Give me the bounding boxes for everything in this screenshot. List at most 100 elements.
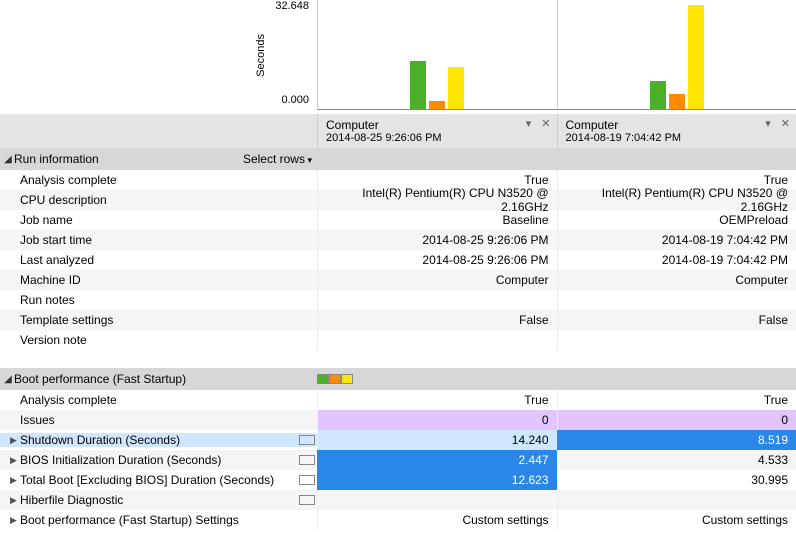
collapse-icon[interactable]: ◢ [2, 154, 14, 165]
table-row: CPU descriptionIntel(R) Pentium(R) CPU N… [0, 190, 796, 210]
table-row: Last analyzed2014-08-25 9:26:06 PM2014-0… [0, 250, 796, 270]
table-row: ▶BIOS Initialization Duration (Seconds)2… [0, 450, 796, 470]
expand-icon[interactable]: ▶ [10, 495, 20, 506]
bar-boot-1 [688, 5, 704, 109]
y-axis-ticks: 32.648 0.000 [275, 0, 311, 110]
column-timestamp-1: 2014-08-19 7:04:42 PM [566, 132, 789, 144]
color-chip [299, 435, 315, 445]
table-row: Run notes [0, 290, 796, 310]
row-label: Template settings [0, 313, 317, 327]
row-label: ▶BIOS Initialization Duration (Seconds) [0, 453, 317, 467]
boot-perf-rows: Analysis completeTrueTrueIssues00▶Shutdo… [0, 390, 796, 530]
chart-plot [317, 0, 796, 110]
row-value-1: Intel(R) Pentium(R) CPU N3520 @ 2.16GHz [557, 190, 796, 210]
row-label: Run notes [0, 293, 317, 307]
select-rows-button[interactable]: Select rows [243, 152, 312, 166]
row-value-1: 30.995 [557, 470, 796, 490]
close-icon[interactable]: ✕ [781, 117, 790, 130]
chart-column-0 [317, 0, 557, 110]
row-value-1: 8.519 [557, 430, 796, 450]
row-value-0: 12.623 [317, 470, 557, 490]
row-value-1: 4.533 [557, 450, 796, 470]
row-value-0: 2.447 [317, 450, 557, 470]
row-value-0: Intel(R) Pentium(R) CPU N3520 @ 2.16GHz [317, 190, 557, 210]
row-label: Version note [0, 333, 317, 347]
legend-chip-yellow [341, 374, 353, 384]
expand-icon[interactable]: ▶ [10, 475, 20, 486]
section-title: Run information [14, 152, 99, 166]
bar-boot-0 [448, 67, 464, 110]
row-value-0: Computer [317, 270, 557, 290]
table-row: ▶Hiberfile Diagnostic [0, 490, 796, 510]
row-value-1: OEMPreload [557, 210, 796, 230]
tick-max: 32.648 [275, 0, 309, 12]
row-value-1: 2014-08-19 7:04:42 PM [557, 230, 796, 250]
color-chip [299, 495, 315, 505]
chart-y-axis: Seconds 32.648 0.000 [0, 0, 317, 110]
row-value-0: Baseline [317, 210, 557, 230]
row-value-0: False [317, 310, 557, 330]
table-row: Issues00 [0, 410, 796, 430]
row-value-1 [557, 290, 796, 310]
column-timestamp-0: 2014-08-25 9:26:06 PM [326, 132, 549, 144]
chart-area: Seconds 32.648 0.000 [0, 0, 796, 110]
row-value-0: 2014-08-25 9:26:06 PM [317, 230, 557, 250]
chart-column-1 [557, 0, 796, 110]
row-value-1 [557, 330, 796, 350]
close-icon[interactable]: ✕ [541, 117, 550, 130]
expand-icon[interactable]: ▶ [10, 435, 20, 446]
row-value-0: Custom settings [317, 510, 557, 530]
row-value-0: 0 [317, 410, 557, 430]
row-label: ▶Boot performance (Fast Startup) Setting… [0, 513, 317, 527]
run-info-rows: Analysis completeTrueTrueCPU description… [0, 170, 796, 350]
color-chip [299, 475, 315, 485]
bar-shutdown-0 [410, 61, 426, 109]
row-value-0 [317, 290, 557, 310]
collapse-icon[interactable]: ◢ [2, 374, 14, 385]
row-value-1: Custom settings [557, 510, 796, 530]
row-value-0: 2014-08-25 9:26:06 PM [317, 250, 557, 270]
row-label: Last analyzed [0, 253, 317, 267]
row-value-0: True [317, 390, 557, 410]
section-header-boot-performance[interactable]: ◢ Boot performance (Fast Startup) [0, 368, 796, 390]
section-header-run-information[interactable]: ◢ Run information Select rows [0, 148, 796, 170]
bar-bios-0 [429, 101, 445, 109]
row-label: ▶Shutdown Duration (Seconds) [0, 433, 317, 447]
row-value-0 [317, 490, 557, 510]
column-computer-1: Computer [566, 118, 789, 132]
row-value-1: 2014-08-19 7:04:42 PM [557, 250, 796, 270]
legend-chip-green [317, 374, 329, 384]
column-header-1[interactable]: Computer 2014-08-19 7:04:42 PM ▾ ✕ [557, 114, 796, 148]
expand-icon[interactable]: ▶ [10, 455, 20, 466]
row-label: ▶Total Boot [Excluding BIOS] Duration (S… [0, 473, 317, 487]
expand-icon[interactable]: ▶ [10, 515, 20, 526]
dropdown-icon[interactable]: ▾ [526, 117, 532, 130]
row-value-0: 14.240 [317, 430, 557, 450]
row-label: Job start time [0, 233, 317, 247]
column-spacer [0, 114, 317, 148]
row-label: Job name [0, 213, 317, 227]
section-title: Boot performance (Fast Startup) [14, 372, 186, 386]
row-label: ▶Hiberfile Diagnostic [0, 493, 317, 507]
section-gap [0, 350, 796, 368]
table-row: Machine IDComputerComputer [0, 270, 796, 290]
row-label: Issues [0, 413, 317, 427]
row-value-1: Computer [557, 270, 796, 290]
bar-bios-1 [669, 94, 685, 109]
table-row: Job nameBaselineOEMPreload [0, 210, 796, 230]
column-headers: Computer 2014-08-25 9:26:06 PM ▾ ✕ Compu… [0, 114, 796, 148]
table-row: Job start time2014-08-25 9:26:06 PM2014-… [0, 230, 796, 250]
column-header-0[interactable]: Computer 2014-08-25 9:26:06 PM ▾ ✕ [317, 114, 557, 148]
dropdown-icon[interactable]: ▾ [765, 117, 771, 130]
legend-chips [317, 374, 353, 384]
row-label: Machine ID [0, 273, 317, 287]
row-value-1: True [557, 390, 796, 410]
legend-chip-orange [329, 374, 341, 384]
tick-min: 0.000 [275, 94, 309, 106]
y-axis-label: Seconds [255, 34, 267, 77]
row-label: CPU description [0, 193, 317, 207]
table-row: ▶Boot performance (Fast Startup) Setting… [0, 510, 796, 530]
table-row: Version note [0, 330, 796, 350]
bar-shutdown-1 [650, 81, 666, 109]
row-value-1: 0 [557, 410, 796, 430]
